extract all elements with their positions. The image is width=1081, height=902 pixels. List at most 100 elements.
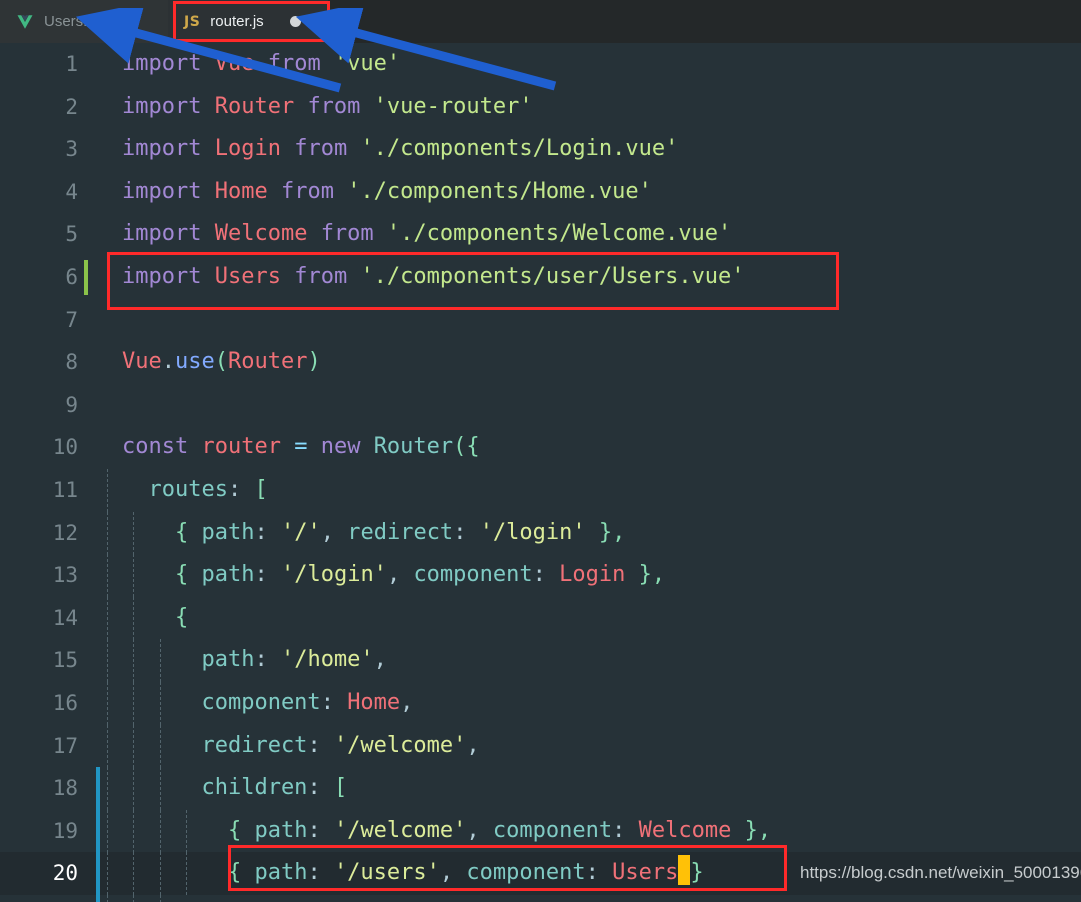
code-token: : [585, 860, 613, 886]
line-number-18: 18 [52, 776, 78, 801]
code-token: Users [214, 263, 295, 289]
code-line-5[interactable]: 5 import Welcome from './components/Welco… [0, 213, 1081, 256]
code-line-12[interactable]: 12 { path: '/', redirect: '/login' }, [0, 511, 1081, 555]
code-token: Vue [122, 349, 162, 375]
code-token: Home [347, 689, 401, 715]
code-token: : [453, 519, 480, 545]
code-line-16[interactable]: 16 component: Home, [0, 681, 1081, 725]
code-token: '/users' [333, 860, 440, 886]
code-token: redirect [122, 732, 308, 758]
code-text-18: children: [ [88, 767, 1081, 811]
unsaved-indicator-dot[interactable] [289, 16, 301, 27]
code-line-14[interactable]: 14 { [0, 596, 1081, 640]
indent-guide [106, 639, 108, 683]
code-token: import [122, 136, 215, 162]
line-number-14: 14 [52, 605, 78, 630]
code-token: '/welcome' [333, 732, 467, 758]
indent-guide [106, 767, 108, 811]
code-token: : [532, 562, 560, 588]
code-token: : [254, 562, 281, 588]
code-token: }, [585, 519, 626, 545]
line-number-5: 5 [65, 222, 78, 247]
code-token: ) [307, 349, 321, 375]
code-line-15[interactable]: 15 path: '/home', [0, 639, 1081, 683]
vue-file-icon [17, 14, 33, 29]
code-token: import [122, 51, 215, 76]
code-line-21[interactable]: 21 ] [0, 894, 1081, 902]
code-text-1: import Vue from 'vue' [88, 43, 1081, 86]
tab-users-vue[interactable]: Users.vue [0, 0, 168, 43]
code-token: path [122, 647, 255, 673]
code-token: '/home' [280, 647, 374, 673]
code-token: { [122, 604, 189, 630]
code-line-6[interactable]: 6 import Users from './components/user/Us… [0, 256, 1081, 299]
indent-guide [133, 596, 134, 640]
indent-guide [133, 852, 134, 896]
line-number-17: 17 [52, 733, 78, 758]
code-text-10: const router = new Router({ [88, 426, 1081, 469]
code-token: component [466, 860, 586, 886]
code-token: : [307, 775, 334, 801]
code-token: './components/Welcome.vue' [386, 221, 732, 247]
code-text-3: import Login from './components/Login.vu… [88, 128, 1081, 171]
line-number-8: 8 [65, 350, 78, 375]
code-token: : [307, 860, 334, 886]
watermark-url: https://blog.csdn.net/weixin_50001396 [800, 863, 1081, 882]
code-token: , [373, 647, 387, 673]
code-token: : [254, 519, 281, 545]
code-line-7[interactable]: 7 [0, 299, 1081, 342]
indent-guide [106, 852, 108, 896]
indent-guide [159, 681, 161, 725]
code-token: Login [214, 136, 295, 162]
code-token: path [201, 562, 255, 588]
code-token: from [267, 51, 334, 76]
code-text-6: import Users from './components/user/Use… [88, 256, 1081, 299]
line-number-11: 11 [52, 477, 78, 502]
code-line-4[interactable]: 4 import Home from './components/Home.vue… [0, 171, 1081, 214]
code-line-10[interactable]: 10 const router = new Router({ [0, 426, 1081, 469]
indent-guide [133, 767, 134, 811]
indent-guide [106, 511, 108, 555]
indent-guide [186, 809, 187, 853]
indent-guide [133, 894, 134, 902]
code-token: , [320, 519, 348, 545]
code-text-19: { path: '/welcome', component: Welcome }… [88, 809, 1081, 853]
code-editor-area[interactable]: 1 import Vue from 'vue' 2 import Router fro… [0, 43, 1081, 902]
indent-guide [133, 681, 134, 725]
code-token: import [122, 93, 215, 119]
code-token: : [254, 647, 281, 673]
code-line-3[interactable]: 3 import Login from './components/Login.v… [0, 128, 1081, 171]
indent-guide [106, 724, 108, 768]
editor-tab-bar: Users.vue JS router.js [0, 0, 1081, 43]
code-line-11[interactable]: 11 routes: [ [0, 468, 1081, 512]
code-token: component [122, 689, 321, 715]
indent-guide [106, 894, 108, 902]
line-number-9: 9 [65, 392, 78, 417]
code-token: Vue [214, 51, 268, 76]
line-number-19: 19 [52, 818, 78, 843]
indent-guide [186, 852, 187, 896]
code-text-15: path: '/home', [88, 639, 1081, 683]
code-line-19[interactable]: 19 { path: '/welcome', component: Welcom… [0, 809, 1081, 853]
code-token: } [690, 860, 704, 886]
code-token: , [439, 860, 467, 886]
code-token: '/' [280, 519, 321, 545]
code-line-18[interactable]: 18 children: [ [0, 767, 1081, 811]
tab-router-js[interactable]: JS router.js [168, 0, 328, 43]
code-token: , [466, 817, 493, 843]
code-token: '/login' [280, 562, 387, 588]
line-number-3: 3 [65, 137, 78, 162]
indent-guide [106, 681, 108, 725]
code-token: Router [228, 349, 308, 375]
code-text-12: { path: '/', redirect: '/login' }, [88, 511, 1081, 555]
code-line-2[interactable]: 2 import Router from 'vue-router' [0, 86, 1081, 129]
code-token: [ [333, 775, 348, 801]
indent-guide [106, 809, 108, 853]
scope-indicator-bar [96, 767, 100, 902]
code-line-17[interactable]: 17 redirect: '/welcome', [0, 724, 1081, 768]
code-line-13[interactable]: 13 { path: '/login', component: Login }, [0, 554, 1081, 598]
code-line-8[interactable]: 8 Vue.use(Router) [0, 341, 1081, 384]
code-token: './components/Home.vue' [347, 178, 652, 204]
code-line-1[interactable]: 1 import Vue from 'vue' [0, 43, 1081, 86]
code-line-9[interactable]: 9 [0, 384, 1081, 427]
